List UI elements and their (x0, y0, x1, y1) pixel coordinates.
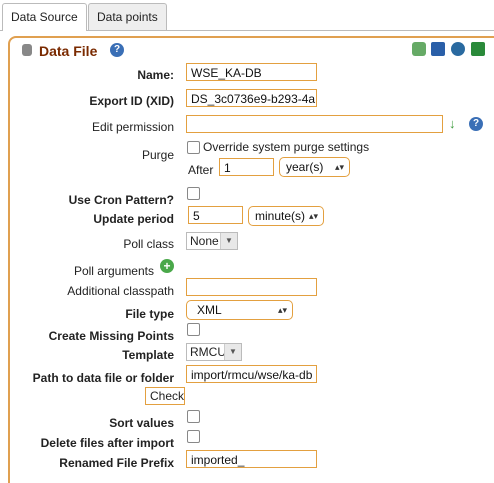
purge-unit-value: year(s) (286, 160, 324, 174)
classpath-label: Additional classpath (67, 284, 174, 298)
classpath-input[interactable] (186, 278, 317, 296)
purge-label: Purge (141, 148, 174, 162)
add-icon[interactable]: + (160, 259, 174, 273)
xid-label: Export ID (XID) (89, 94, 174, 108)
purge-unit-select[interactable]: year(s) ▴▾ (279, 157, 350, 177)
path-input[interactable]: import/rmcu/wse/ka-db (186, 365, 317, 383)
save-icon[interactable] (431, 42, 445, 56)
cron-label: Use Cron Pattern? (68, 193, 174, 207)
renamed-prefix-label: Renamed File Prefix (59, 456, 174, 470)
cron-checkbox[interactable] (187, 187, 200, 200)
csv-icon[interactable] (471, 42, 485, 56)
update-period-input[interactable]: 5 (188, 206, 243, 224)
renamed-prefix-input[interactable]: imported_ (186, 450, 317, 468)
update-period-unit-value: minute(s) (255, 209, 306, 223)
delete-files-label: Delete files after import (40, 436, 174, 450)
section-title: Data File (39, 43, 98, 59)
path-label: Path to data file or folder (32, 371, 174, 385)
db-status-icon[interactable] (412, 42, 426, 56)
template-label: Template (122, 348, 174, 362)
sort-values-checkbox[interactable] (187, 410, 200, 423)
create-missing-checkbox[interactable] (187, 323, 200, 336)
template-select[interactable]: RMCU ▼ (186, 343, 242, 361)
arrow-down-icon[interactable]: ↓ (449, 117, 463, 131)
tab-data-points[interactable]: Data points (88, 3, 167, 30)
help-icon[interactable]: ? (110, 43, 124, 57)
name-label: Name: (137, 68, 174, 82)
file-type-value: XML (197, 303, 222, 317)
tab-data-source[interactable]: Data Source (2, 3, 87, 31)
update-period-unit-select[interactable]: minute(s) ▴▾ (248, 206, 324, 226)
check-button[interactable]: Check (145, 387, 185, 405)
help-icon[interactable]: ? (469, 117, 483, 131)
create-missing-label: Create Missing Points (48, 329, 174, 343)
poll-class-label: Poll class (123, 237, 174, 251)
select-arrows-icon: ▴▾ (277, 305, 287, 315)
purge-after-input[interactable]: 1 (219, 158, 274, 176)
template-value: RMCU (190, 345, 226, 359)
edit-permission-input[interactable] (186, 115, 443, 133)
database-icon (22, 44, 32, 56)
poll-class-select[interactable]: None ▼ (186, 232, 238, 250)
purge-override-label: Override system purge settings (203, 140, 370, 154)
purge-after-label: After (188, 163, 214, 177)
file-type-select[interactable]: XML ▴▾ (186, 300, 293, 320)
chevron-down-icon: ▼ (224, 344, 241, 360)
edit-permission-label: Edit permission (91, 120, 174, 134)
purge-override-checkbox[interactable] (187, 141, 200, 154)
name-input[interactable]: WSE_KA-DB (186, 63, 317, 81)
poll-class-value: None (190, 234, 219, 248)
poll-arguments-label: Poll arguments (73, 264, 154, 278)
delete-files-checkbox[interactable] (187, 430, 200, 443)
sort-values-label: Sort values (109, 416, 174, 430)
select-arrows-icon: ▴▾ (308, 211, 318, 221)
tab-bar: Data Source Data points (0, 0, 494, 31)
file-type-label: File type (125, 307, 174, 321)
chevron-down-icon: ▼ (220, 233, 237, 249)
xid-input[interactable]: DS_3c0736e9-b293-4a (186, 89, 317, 107)
update-period-label: Update period (93, 212, 174, 226)
select-arrows-icon: ▴▾ (334, 162, 344, 172)
export-icon[interactable] (451, 42, 465, 56)
